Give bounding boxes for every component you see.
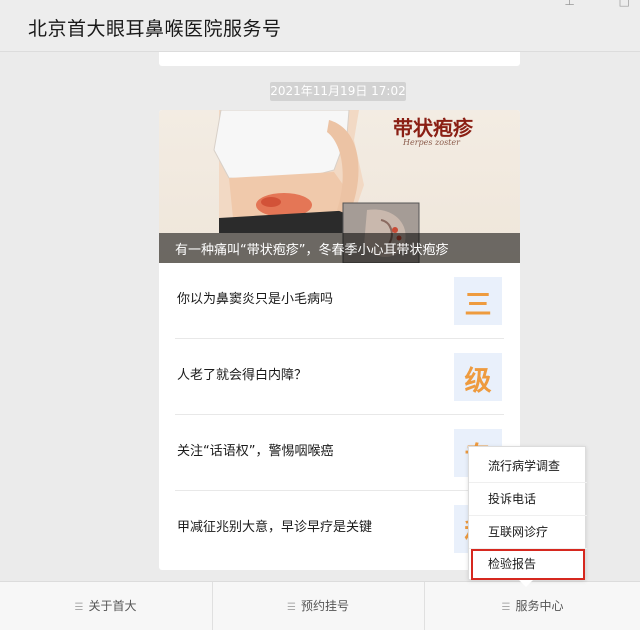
service-center-submenu: 流行病学调查 投诉电话 互联网诊疗 检验报告 (468, 446, 587, 587)
menu-list-icon: ☰ (74, 602, 84, 613)
pin-icon[interactable]: ⊥ (564, 0, 574, 8)
window-controls: ⊥ □ (524, 0, 630, 8)
article-title: 你以为鼻窦炎只是小毛病吗 (177, 292, 334, 307)
message-timestamp: 2021年11月19日 17:02 (270, 82, 406, 101)
cover-article[interactable]: 带状疱疹 Herpes zoster 有一种痛叫“带状疱疹”，冬春季小心耳带状疱… (159, 110, 520, 263)
menu-service-center[interactable]: ☰ 服务中心 (424, 582, 640, 630)
article-item[interactable]: 你以为鼻窦炎只是小毛病吗 三 (175, 263, 504, 339)
cover-caption-text: 有一种痛叫“带状疱疹”，冬春季小心耳带状疱疹 (175, 243, 449, 258)
article-title: 关注“话语权”，警惕咽喉癌 (177, 444, 334, 459)
submenu-epidemiology-survey[interactable]: 流行病学调查 (469, 450, 587, 483)
article-item[interactable]: 人老了就会得白内障？ 级 (175, 339, 504, 415)
menu-list-icon: ☰ (287, 602, 296, 613)
thumbnail-char: 级 (464, 366, 492, 397)
article-message-card: 带状疱疹 Herpes zoster 有一种痛叫“带状疱疹”，冬春季小心耳带状疱… (159, 110, 520, 570)
menu-appointment[interactable]: ☰ 预约挂号 (212, 582, 423, 630)
cover-title-cn: 带状疱疹 (393, 116, 473, 140)
submenu-pointer (519, 580, 533, 587)
thumbnail-char: 三 (464, 290, 492, 321)
article-thumbnail: 三 (454, 277, 502, 325)
cover-caption-bar: 有一种痛叫“带状疱疹”，冬春季小心耳带状疱疹 (159, 233, 520, 263)
submenu-internet-clinic[interactable]: 互联网诊疗 (469, 516, 587, 549)
chat-header: 北京首大眼耳鼻喉医院服务号 ⊥ □ (0, 0, 640, 52)
cover-title-en: Herpes zoster (403, 138, 460, 147)
bottom-menu-bar: ☰ 关于首大 ☰ 预约挂号 ☰ 服务中心 (0, 581, 640, 630)
submenu-lab-report[interactable]: 检验报告 (471, 549, 585, 580)
menu-about[interactable]: ☰ 关于首大 (0, 582, 211, 630)
menu-list-icon: ☰ (501, 602, 511, 613)
article-thumbnail: 级 (454, 353, 502, 401)
article-item[interactable]: 关注“话语权”，警惕咽喉癌 专 (175, 415, 504, 491)
close-icon[interactable]: □ (619, 0, 630, 8)
menu-label: 关于首大 (88, 599, 137, 613)
previous-message-card (159, 52, 520, 66)
menu-label: 预约挂号 (300, 599, 349, 613)
article-item[interactable]: 甲减征兆别大意，早诊早疗是关键 科 (175, 491, 504, 567)
submenu-complaint-phone[interactable]: 投诉电话 (469, 483, 587, 516)
menu-label: 服务中心 (515, 599, 564, 613)
account-title: 北京首大眼耳鼻喉医院服务号 (28, 18, 282, 40)
article-title: 甲减征兆别大意，早诊早疗是关键 (177, 520, 373, 535)
article-title: 人老了就会得白内障？ (177, 368, 308, 383)
